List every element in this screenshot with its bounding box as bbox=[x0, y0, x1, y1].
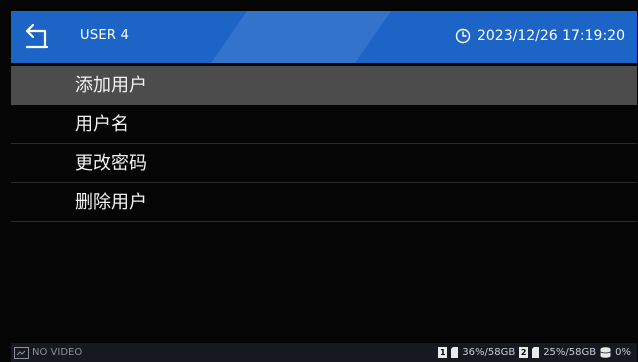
menu-item-label: 删除用户 bbox=[75, 192, 147, 213]
storage-icon bbox=[600, 347, 611, 358]
menu-item-label: 添加用户 bbox=[75, 75, 147, 96]
status-bar: NO VIDEO 1 36%/58GB 2 25%/58GB 0% bbox=[11, 343, 637, 362]
disk-2-badge: 2 bbox=[519, 347, 529, 358]
disk-1-usage: 36%/58GB bbox=[462, 347, 516, 358]
back-icon[interactable] bbox=[21, 21, 53, 53]
page-title: USER 4 bbox=[80, 28, 130, 43]
clock-icon bbox=[455, 28, 471, 44]
menu-item-add-user[interactable]: 添加用户 bbox=[11, 66, 637, 105]
menu-item-username[interactable]: 用户名 bbox=[11, 105, 637, 144]
header-bar: USER 4 2023/12/26 17:19:20 bbox=[11, 11, 637, 63]
menu-item-change-password[interactable]: 更改密码 bbox=[11, 144, 637, 183]
menu-item-label: 用户名 bbox=[75, 114, 129, 135]
video-icon bbox=[14, 346, 29, 359]
user-menu: 添加用户 用户名 更改密码 删除用户 bbox=[11, 66, 637, 222]
disk-1-badge: 1 bbox=[438, 347, 448, 358]
sd-card-icon bbox=[532, 347, 540, 358]
datetime-display: 2023/12/26 17:19:20 bbox=[455, 26, 625, 46]
menu-item-label: 更改密码 bbox=[75, 153, 147, 174]
datetime-text: 2023/12/26 17:19:20 bbox=[476, 28, 625, 44]
video-status: NO VIDEO bbox=[32, 347, 83, 358]
sd-card-icon bbox=[451, 347, 459, 358]
disk-2-usage: 25%/58GB bbox=[543, 347, 597, 358]
screen: USER 4 2023/12/26 17:19:20 添加用户 用户名 更改密码… bbox=[0, 0, 638, 362]
storage-usage: 0% bbox=[615, 347, 631, 358]
menu-item-delete-user[interactable]: 删除用户 bbox=[11, 183, 637, 222]
header-decoration bbox=[211, 11, 391, 63]
